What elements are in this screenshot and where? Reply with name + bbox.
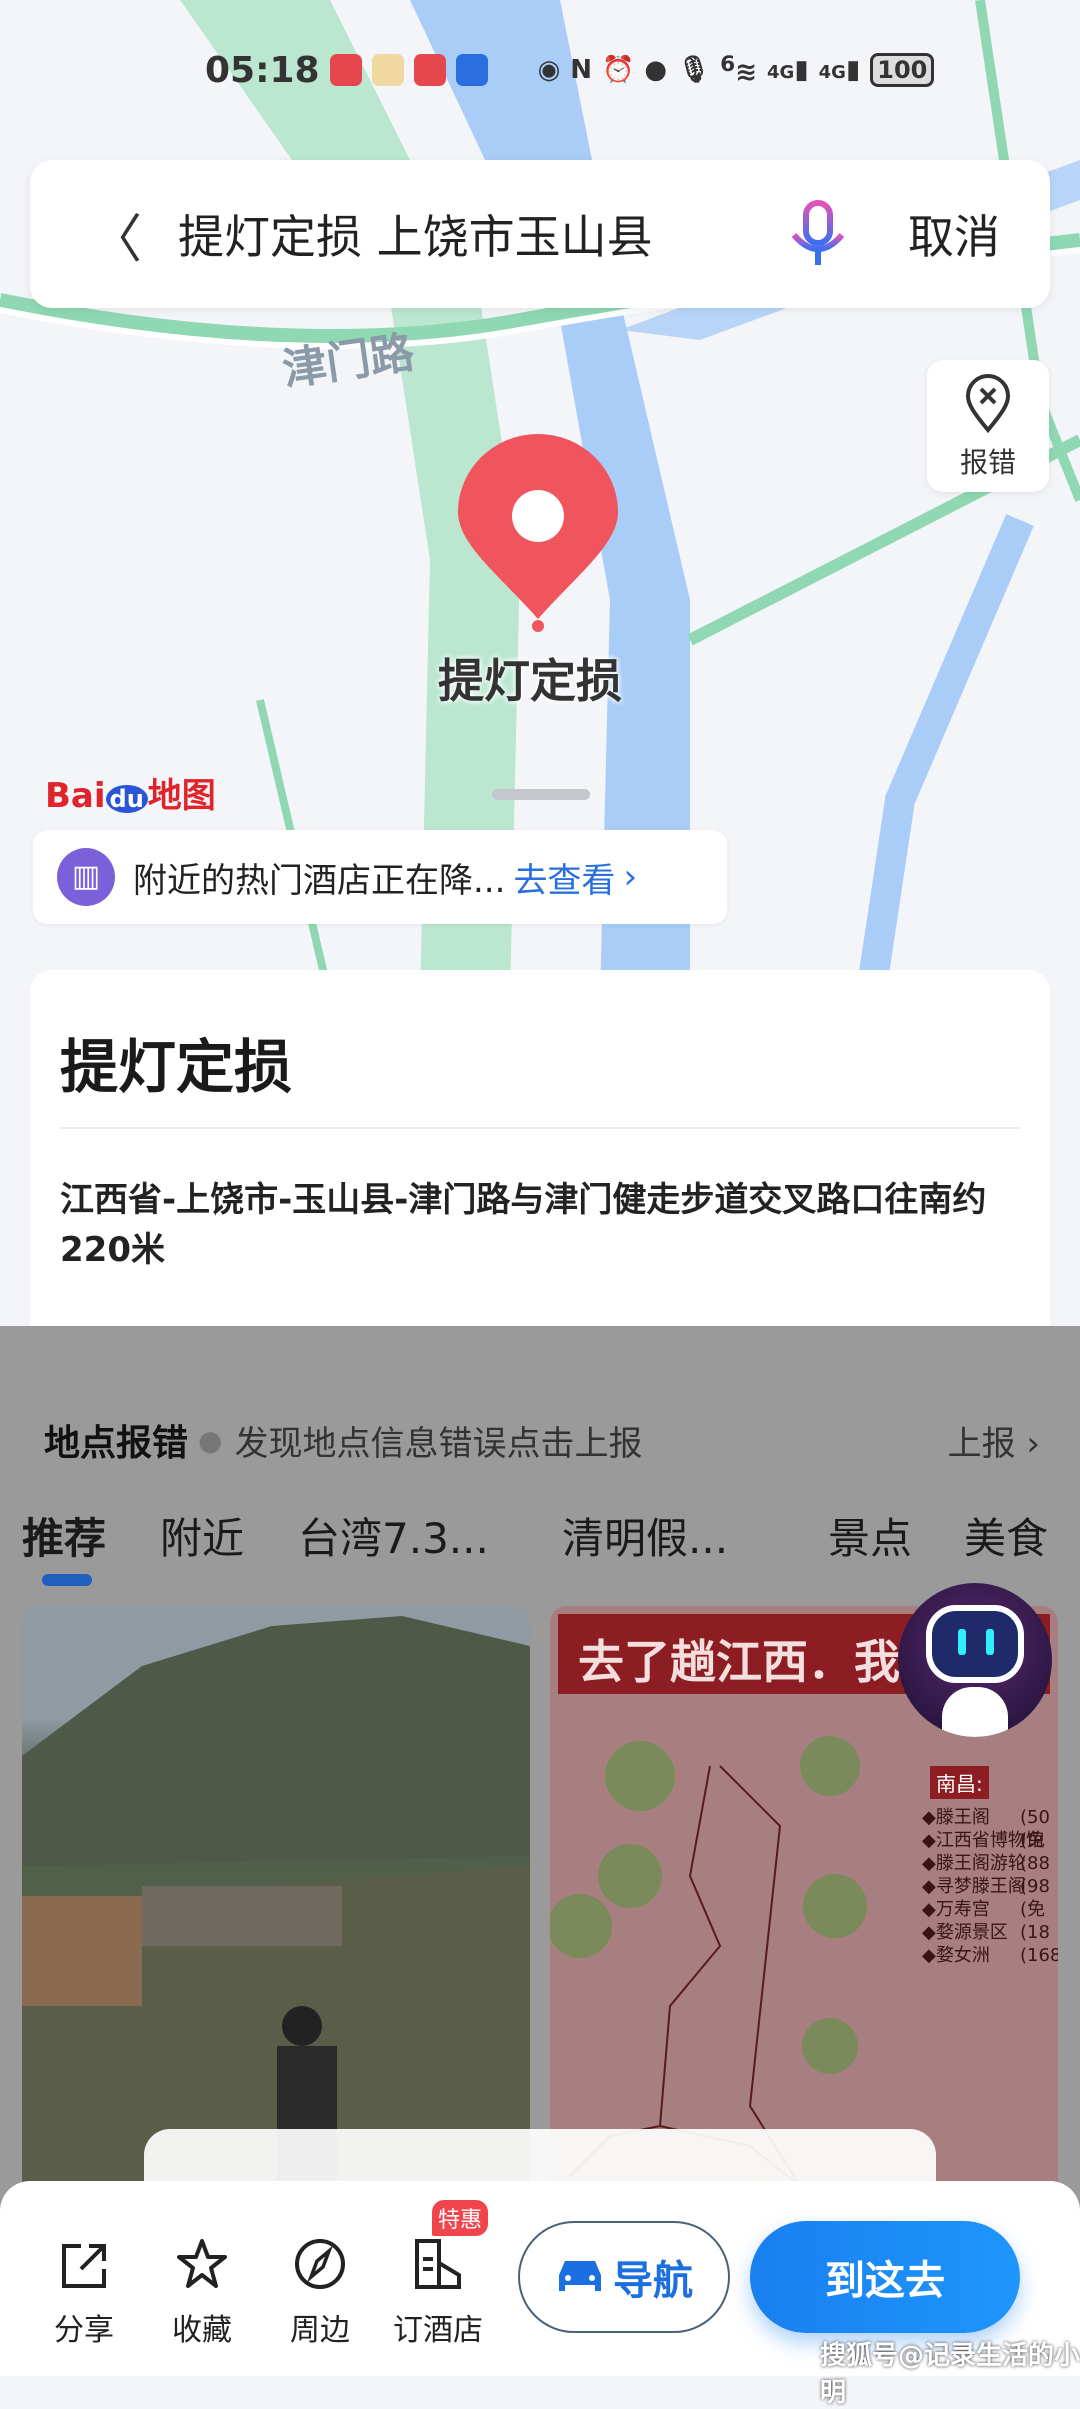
share-button[interactable]: 分享 (34, 2221, 134, 2349)
navigate-button[interactable]: 导航 (518, 2221, 730, 2333)
card-section: 南昌: (930, 1766, 989, 1799)
status-time: 05:18 (205, 49, 320, 91)
nfc-icon: N (570, 55, 593, 85)
price: (免 (1020, 1830, 1046, 1851)
pin-label: 提灯定损 (438, 654, 622, 708)
watermark: 搜狐号@记录生活的小明 (820, 2341, 1080, 2408)
tab-scenic[interactable]: 景点 (828, 1505, 912, 1566)
shield-app-icon (455, 54, 488, 86)
report-action[interactable]: 上报 › (948, 1416, 1040, 1465)
card-prices: (50 (免 (88 (98 (免 (18 (168 (1020, 1806, 1058, 1967)
divider (60, 1127, 1020, 1129)
favorite-label: 收藏 (172, 2313, 232, 2348)
share-icon (62, 2244, 106, 2288)
eye-icon: ◉ (537, 55, 561, 85)
signal-icon: 4G▮ (767, 55, 809, 85)
feed-tabs: 推荐 附近 台湾7.3... 清明假... 景点 美食 (0, 1505, 1080, 1575)
cancel-button[interactable]: 取消 (908, 201, 1000, 267)
hotel-banner[interactable]: ▥ 附近的热门酒店正在降... 去查看 › (33, 830, 727, 924)
wifi-icon: 6≋ (720, 52, 757, 88)
tab-nearby[interactable]: 附近 (160, 1505, 244, 1566)
star-icon (177, 2239, 227, 2288)
tab-qingming[interactable]: 清明假... (562, 1505, 728, 1566)
huawei-app-icon (329, 54, 362, 86)
tab-food[interactable]: 美食 (964, 1505, 1048, 1566)
status-bar: 05:18 ◉ N ⏰ ● 🎙 6≋ 4G▮ 4G▮ 100 (205, 44, 935, 96)
back-icon[interactable]: 〈 (90, 197, 150, 272)
report-error-label: 报错 (959, 446, 1016, 479)
huawei-app-icon (413, 54, 446, 86)
hotel-banner-link[interactable]: 去查看 (513, 853, 615, 902)
search-bar[interactable]: 〈 提灯定损 上饶市玉山县 取消 (30, 160, 1050, 308)
baidu-map-logo: Bai du 地图 (45, 776, 216, 816)
price: (免 (1020, 1899, 1046, 1920)
tab-recommend[interactable]: 推荐 (22, 1505, 106, 1566)
ai-assistant-robot-icon[interactable] (898, 1583, 1052, 1737)
report-action-label: 上报 (947, 1423, 1016, 1464)
go-here-button[interactable]: 到这去 (750, 2221, 1020, 2333)
search-input[interactable]: 提灯定损 上饶市玉山县 (178, 201, 788, 267)
voice-mic-icon[interactable] (788, 199, 848, 269)
place-title: 提灯定损 (60, 1033, 293, 1101)
active-tab-indicator (42, 1574, 92, 1586)
report-row[interactable]: 地点报错 ● 发现地点信息错误点击上报 上报 › (0, 1385, 1080, 1495)
price: (98 (1020, 1876, 1050, 1897)
navigate-label: 导航 (613, 2258, 693, 2304)
tab-taiwan[interactable]: 台湾7.3... (298, 1505, 489, 1566)
location-icon: ● (644, 55, 668, 85)
car-icon (559, 2261, 601, 2291)
report-subtext: 发现地点信息错误点击上报 (234, 1423, 643, 1464)
emblem-app-icon (371, 54, 404, 86)
special-offer-badge: 特惠 (432, 2200, 489, 2236)
network-type: 4G (818, 62, 846, 83)
hotel-building-icon: ▥ (57, 848, 115, 906)
book-hotel-button[interactable]: 订酒店 (388, 2221, 488, 2349)
place-address: 江西省-上饶市-玉山县-津门路与津门健走步道交叉路口往南约220米 (60, 1180, 987, 1270)
signal-icon: 4G▮ (818, 55, 861, 85)
place-card: 提灯定损 江西省-上饶市-玉山县-津门路与津门健走步道交叉路口往南约220米 (30, 970, 1050, 1326)
price: (18 (1020, 1922, 1050, 1943)
wifi-version: 6 (720, 52, 736, 78)
battery-icon: 100 (870, 53, 935, 87)
location-dot-icon: ● (198, 1423, 223, 1457)
mic-icon: 🎙 (677, 55, 711, 85)
nearby-label: 周边 (290, 2313, 350, 2348)
alarm-icon: ⏰ (602, 55, 635, 85)
pin-x-icon (965, 374, 1011, 434)
nearby-button[interactable]: 周边 (270, 2221, 370, 2349)
favorite-button[interactable]: 收藏 (152, 2221, 252, 2349)
network-type: 4G (767, 62, 795, 83)
hotel-icon (415, 2239, 461, 2289)
location-pin-icon[interactable] (458, 434, 618, 634)
price: (50 (1020, 1807, 1050, 1828)
book-hotel-label: 订酒店 (393, 2313, 483, 2348)
compass-icon (295, 2239, 345, 2289)
share-label: 分享 (54, 2313, 114, 2348)
report-error-button[interactable]: 报错 (927, 360, 1049, 492)
price: (168 (1020, 1945, 1058, 1966)
price: (88 (1020, 1853, 1050, 1874)
hotel-banner-text: 附近的热门酒店正在降... (133, 860, 506, 901)
drag-handle[interactable] (492, 789, 590, 800)
report-heading: 地点报错 (44, 1423, 189, 1464)
chevron-right-icon: › (623, 857, 638, 897)
